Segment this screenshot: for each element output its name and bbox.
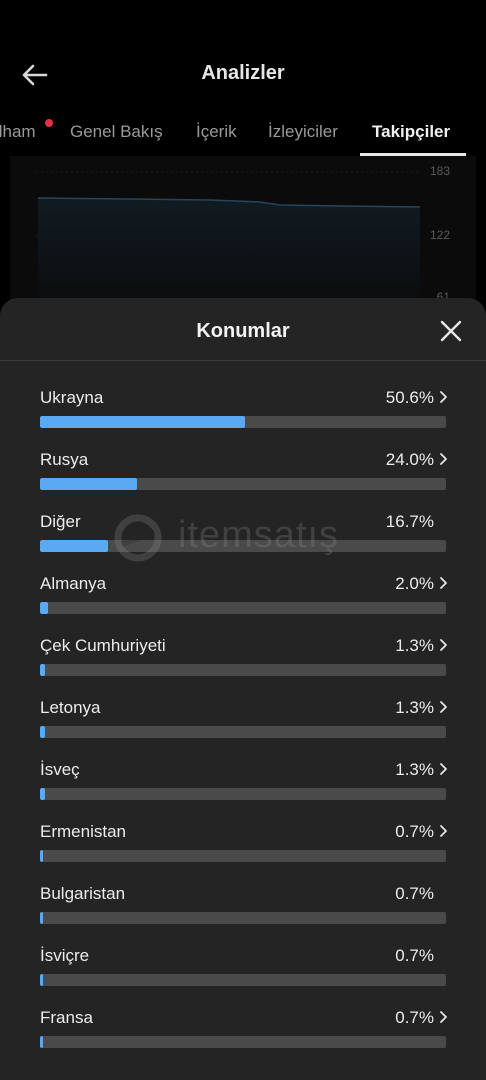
progress-fill — [40, 1036, 43, 1048]
tab-genel-bakis[interactable]: Genel Bakış — [70, 122, 163, 142]
progress-track — [40, 1036, 446, 1048]
progress-track — [40, 602, 446, 614]
location-name: Almanya — [40, 574, 107, 593]
location-percentage: 0.7% — [395, 946, 434, 965]
progress-track — [40, 664, 446, 676]
location-row: İsviçre 0.7% — [40, 946, 446, 994]
tab-icerik[interactable]: İçerik — [196, 122, 237, 142]
chevron-right-icon[interactable] — [438, 576, 448, 590]
locations-sheet: Konumlar Ukrayna 50.6% Rusya 24.0% Diğer 16.7… — [0, 298, 486, 1080]
location-row: Diğer 16.7% — [40, 512, 446, 560]
location-percentage: 0.7% — [395, 822, 434, 841]
location-row[interactable]: Rusya 24.0% — [40, 450, 448, 498]
location-percentage: 1.3% — [395, 636, 434, 655]
location-percentage: 16.7% — [385, 512, 434, 531]
chevron-right-icon[interactable] — [438, 452, 448, 466]
progress-track — [40, 788, 446, 800]
page-title: Analizler — [201, 62, 285, 84]
progress-track — [40, 726, 446, 738]
progress-fill — [40, 540, 108, 552]
progress-fill — [40, 602, 49, 614]
chevron-right-icon[interactable] — [438, 390, 448, 404]
divider — [0, 360, 486, 361]
location-percentage: 0.7% — [395, 884, 434, 903]
chevron-right-icon[interactable] — [438, 762, 448, 776]
tab-bar: İlham Genel Bakış İçerik İzleyiciler Tak… — [0, 110, 486, 156]
location-percentage: 50.6% — [385, 388, 434, 407]
location-row[interactable]: Ukrayna 50.6% — [40, 388, 448, 436]
progress-fill — [40, 416, 246, 428]
notification-badge — [45, 119, 53, 127]
app-bar: Analizler — [0, 0, 486, 110]
chevron-right-icon[interactable] — [438, 638, 448, 652]
location-name: Bulgaristan — [40, 884, 126, 903]
location-percentage: 0.7% — [395, 1008, 434, 1027]
location-name: İsveç — [40, 760, 80, 779]
progress-fill — [40, 664, 46, 676]
sheet-title: Konumlar — [196, 320, 290, 342]
location-row: Bulgaristan 0.7% — [40, 884, 446, 932]
progress-fill — [40, 726, 46, 738]
progress-track — [40, 540, 446, 552]
location-percentage: 1.3% — [395, 760, 434, 779]
location-row[interactable]: Letonya 1.3% — [40, 698, 448, 746]
location-row[interactable]: Çek Cumhuriyeti 1.3% — [40, 636, 448, 684]
progress-track — [40, 416, 446, 428]
progress-track — [40, 850, 446, 862]
chevron-right-icon[interactable] — [438, 824, 448, 838]
dim-overlay[interactable] — [0, 156, 486, 316]
close-icon[interactable] — [438, 318, 464, 344]
chevron-right-icon[interactable] — [438, 700, 448, 714]
progress-fill — [40, 788, 46, 800]
progress-track — [40, 478, 446, 490]
progress-fill — [40, 478, 138, 490]
progress-fill — [40, 974, 43, 986]
location-percentage: 1.3% — [395, 698, 434, 717]
location-name: Rusya — [40, 450, 89, 469]
location-percentage: 24.0% — [385, 450, 434, 469]
location-percentage: 2.0% — [395, 574, 434, 593]
location-row[interactable]: Fransa 0.7% — [40, 1008, 448, 1056]
location-name: Çek Cumhuriyeti — [40, 636, 166, 655]
progress-track — [40, 974, 446, 986]
location-name: Ukrayna — [40, 388, 104, 407]
progress-track — [40, 912, 446, 924]
location-name: İsviçre — [40, 946, 90, 965]
progress-fill — [40, 850, 43, 862]
location-row[interactable]: Almanya 2.0% — [40, 574, 448, 622]
location-name: Letonya — [40, 698, 101, 717]
location-row[interactable]: Ermenistan 0.7% — [40, 822, 448, 870]
location-row[interactable]: İsveç 1.3% — [40, 760, 448, 808]
tab-izleyiciler[interactable]: İzleyiciler — [268, 122, 338, 142]
location-name: Fransa — [40, 1008, 93, 1027]
chevron-right-icon[interactable] — [438, 1010, 448, 1024]
location-name: Ermenistan — [40, 822, 126, 841]
tab-takipciler[interactable]: Takipçiler — [372, 122, 450, 142]
progress-fill — [40, 912, 43, 924]
location-name: Diğer — [40, 512, 81, 531]
tab-ilham[interactable]: İlham — [0, 122, 36, 142]
